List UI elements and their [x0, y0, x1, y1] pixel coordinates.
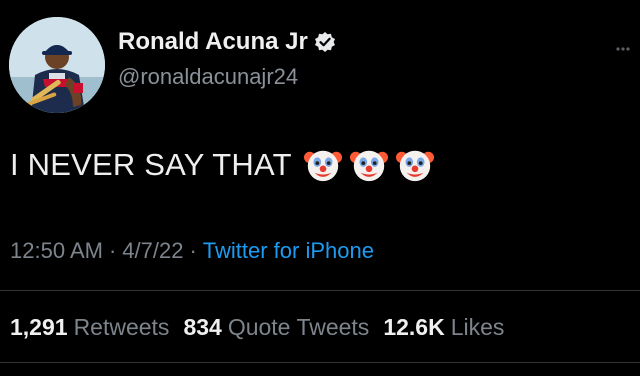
engagement-stats: 1,291 Retweets 834 Quote Tweets 12.6K Likes: [10, 314, 518, 341]
meta-separator: ·: [108, 238, 117, 263]
clown-face-emoji: [303, 150, 342, 182]
tweet-source-link[interactable]: Twitter for iPhone: [203, 238, 374, 263]
user-handle[interactable]: @ronaldacunajr24: [118, 64, 298, 90]
clown-face-emoji: [349, 150, 388, 182]
divider: [0, 362, 640, 363]
quote-tweets-label: Quote Tweets: [227, 314, 370, 340]
tweet-card: Ronald Acuna Jr @ronaldacunajr24 I NEVER…: [0, 0, 640, 376]
player-photo-avatar: [9, 17, 105, 113]
tweet-text: I NEVER SAY THAT: [10, 147, 292, 182]
likes-stat[interactable]: 12.6K Likes: [383, 314, 518, 340]
retweets-stat[interactable]: 1,291 Retweets: [10, 314, 183, 340]
clown-face-emoji: [395, 150, 434, 182]
display-name[interactable]: Ronald Acuna Jr: [118, 28, 336, 56]
tweet-time[interactable]: 12:50 AM: [10, 238, 103, 263]
tweet-body: I NEVER SAY THAT: [10, 146, 434, 184]
more-options-icon[interactable]: [616, 38, 630, 51]
divider: [0, 290, 640, 291]
meta-separator: ·: [189, 238, 197, 263]
likes-label: Likes: [450, 314, 505, 340]
emoji-group: [303, 146, 434, 184]
quote-tweets-stat[interactable]: 834 Quote Tweets: [183, 314, 383, 340]
likes-count: 12.6K: [383, 314, 445, 340]
avatar[interactable]: [9, 17, 105, 113]
tweet-metadata: 12:50 AM · 4/7/22 · Twitter for iPhone: [10, 238, 374, 264]
display-name-text[interactable]: Ronald Acuna Jr: [118, 28, 308, 56]
retweets-label: Retweets: [73, 314, 170, 340]
verified-badge-icon: [314, 31, 336, 53]
tweet-date[interactable]: 4/7/22: [122, 238, 183, 263]
retweets-count: 1,291: [10, 314, 68, 340]
quote-tweets-count: 834: [183, 314, 222, 340]
